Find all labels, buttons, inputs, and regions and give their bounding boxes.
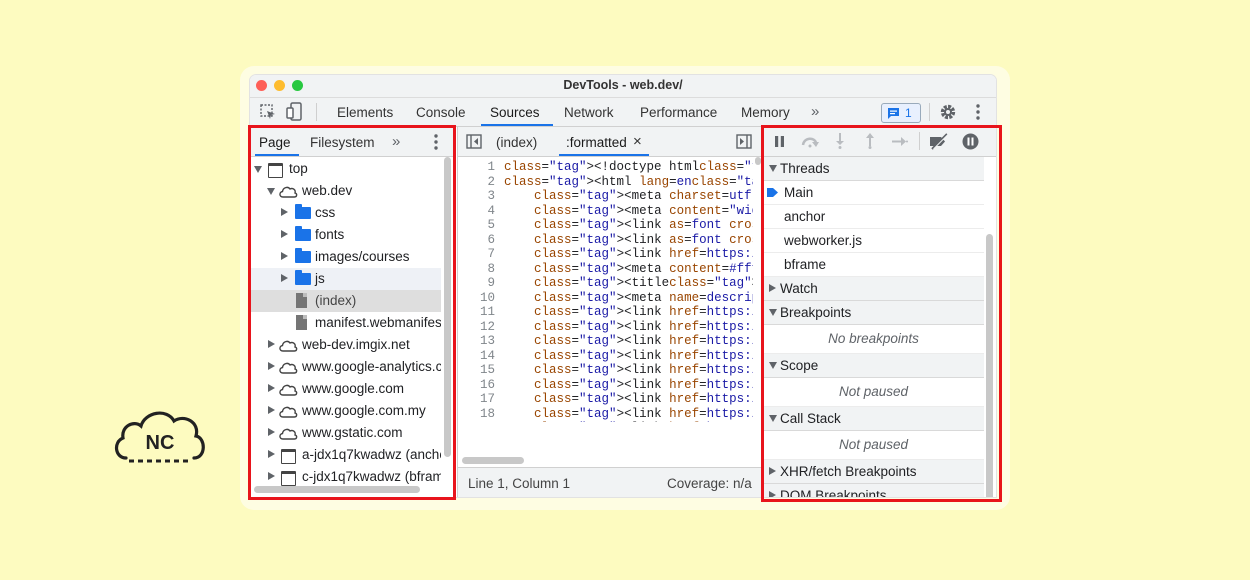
device-toolbar-icon[interactable] bbox=[286, 102, 302, 121]
line-number[interactable]: 8 bbox=[458, 262, 495, 276]
line-code: class="tag"><link as=font crossorigin=an… bbox=[534, 218, 753, 232]
line-number[interactable]: 4 bbox=[458, 204, 495, 218]
line-number[interactable]: 7 bbox=[458, 247, 495, 261]
code-line[interactable]: 17 class="tag"><link href=https://web.de… bbox=[458, 392, 753, 407]
toolbar-divider bbox=[316, 103, 317, 121]
tab-performance[interactable]: Performance bbox=[640, 105, 717, 120]
tab-elements[interactable]: Elements bbox=[337, 105, 393, 120]
code-line[interactable]: 8 class="tag"><meta content=#fff name=th… bbox=[458, 262, 753, 277]
toggle-debugger-icon[interactable] bbox=[736, 134, 752, 149]
tab-index-file[interactable]: (index) bbox=[496, 135, 537, 150]
tab-network[interactable]: Network bbox=[564, 105, 614, 120]
line-number[interactable]: 16 bbox=[458, 378, 495, 392]
code-line[interactable]: 12 class="tag"><link href=https://web.de… bbox=[458, 320, 753, 335]
tab-sources[interactable]: Sources bbox=[490, 105, 540, 120]
close-tab-button[interactable]: × bbox=[633, 133, 642, 150]
code-line[interactable]: 7 class="tag"><link href=https://web-dev… bbox=[458, 247, 753, 262]
line-code: class="tag"><meta content="width=device-… bbox=[534, 203, 753, 218]
cloud-logo-icon: NC bbox=[115, 411, 205, 463]
code-line[interactable]: 4 class="tag"><meta content="width=devic… bbox=[458, 204, 753, 219]
line-number[interactable]: 9 bbox=[458, 276, 495, 290]
active-tab-indicator bbox=[559, 154, 649, 156]
line-number[interactable]: 1 bbox=[458, 160, 495, 174]
line-code: class="tag"><link href=https://web.dev/i… bbox=[534, 319, 753, 334]
cursor-position: Line 1, Column 1 bbox=[468, 476, 571, 491]
toggle-navigator-icon[interactable] bbox=[466, 134, 482, 149]
code-line[interactable]: 16 class="tag"><link href=https://web.de… bbox=[458, 378, 753, 393]
nc-cloud-logo: NC bbox=[112, 404, 208, 468]
logo-text: NC bbox=[146, 432, 175, 454]
line-code: class="tag"><meta charset=utf-8class="ta… bbox=[534, 189, 753, 203]
line-code: class="tag"><link href=https://web.dev/i… bbox=[534, 392, 753, 406]
code-line[interactable]: 10 class="tag"><meta name=descriptioncla… bbox=[458, 291, 753, 306]
code-line[interactable]: 13 class="tag"><link href=https://web.de… bbox=[458, 334, 753, 349]
editor-panel: (index) :formatted × 1 class="tag"><!doct… bbox=[457, 127, 761, 497]
debugger-highlight-box bbox=[761, 125, 1002, 502]
line-number[interactable]: 5 bbox=[458, 218, 495, 232]
line-code: class="tag"><meta content=#fff name=them… bbox=[534, 261, 753, 276]
code-line[interactable]: 3 class="tag"><meta charset=utf-8class="… bbox=[458, 189, 753, 204]
gear-icon[interactable] bbox=[939, 103, 957, 121]
line-number[interactable]: 3 bbox=[458, 189, 495, 203]
code-line[interactable]: 19 class="tag"><link href=https://web.de… bbox=[458, 421, 753, 422]
editor-status-bar: Line 1, Column 1 Coverage: n/a bbox=[458, 467, 761, 497]
line-code: class="tag"><link href=https://web.dev/i… bbox=[534, 363, 753, 377]
active-tab-indicator bbox=[481, 124, 553, 126]
chat-bubble-icon bbox=[888, 108, 899, 119]
title-bar: DevTools - web.dev/ bbox=[250, 75, 996, 98]
issues-count: 1 bbox=[905, 106, 912, 120]
line-code: class="tag"><meta name=descriptionclass=… bbox=[534, 290, 753, 305]
line-number[interactable]: 14 bbox=[458, 349, 495, 363]
line-code: class="tag"><link href=https://web.dev /… bbox=[504, 421, 753, 422]
window-title: DevTools - web.dev/ bbox=[563, 78, 683, 92]
line-number[interactable]: 19 bbox=[458, 421, 495, 422]
line-number[interactable]: 6 bbox=[458, 233, 495, 247]
main-tab-bar: Elements Console Sources Network Perform… bbox=[250, 98, 996, 127]
line-code: class="tag"><html lang=enclass="tag">> bbox=[504, 174, 753, 189]
coverage-status[interactable]: Coverage: n/a bbox=[667, 476, 752, 491]
code-line[interactable]: 15 class="tag"><link href=https://web.de… bbox=[458, 363, 753, 378]
tab-console[interactable]: Console bbox=[416, 105, 466, 120]
code-line[interactable]: 5 class="tag"><link as=font crossorigin=… bbox=[458, 218, 753, 233]
line-number[interactable]: 2 bbox=[458, 175, 495, 189]
line-number[interactable]: 13 bbox=[458, 334, 495, 348]
code-editor[interactable]: 1 class="tag"><!doctype htmlclass="tag">>… bbox=[458, 160, 754, 422]
code-line[interactable]: 14 class="tag"><link href=https://web.de… bbox=[458, 349, 753, 364]
line-number[interactable]: 10 bbox=[458, 291, 495, 305]
code-line[interactable]: 18 class="tag"><link href=https://web.de… bbox=[458, 407, 753, 422]
line-number[interactable]: 17 bbox=[458, 392, 495, 406]
tab-memory[interactable]: Memory bbox=[741, 105, 790, 120]
code-line[interactable]: 1 class="tag"><!doctype htmlclass="tag">> bbox=[458, 160, 753, 175]
line-code: class="tag"><link href=https://web.dev /… bbox=[534, 305, 753, 319]
tab-formatted-file[interactable]: :formatted bbox=[566, 135, 627, 150]
line-code: class="tag"><link href=https://web.dev/i… bbox=[534, 348, 753, 363]
inspect-element-icon[interactable] bbox=[260, 104, 276, 120]
navigator-highlight-box bbox=[248, 125, 456, 500]
issues-button[interactable]: 1 bbox=[881, 103, 921, 123]
line-number[interactable]: 11 bbox=[458, 305, 495, 319]
line-number[interactable]: 15 bbox=[458, 363, 495, 377]
code-line[interactable]: 11 class="tag"><link href=https://web.de… bbox=[458, 305, 753, 320]
line-number[interactable]: 12 bbox=[458, 320, 495, 334]
line-code: class="tag"><link href=https://web.dev/i… bbox=[534, 406, 753, 421]
code-line[interactable]: 9 class="tag"><titleclass="tag">>web.dev… bbox=[458, 276, 753, 291]
line-code: class="tag"><link href=https://web.dev/i… bbox=[534, 377, 753, 392]
line-code: class="tag"><link href=https://web-dev.i… bbox=[534, 247, 753, 261]
more-tabs-button[interactable]: » bbox=[811, 103, 819, 120]
code-line[interactable]: 6 class="tag"><link as=font crossorigin=… bbox=[458, 233, 753, 248]
editor-tab-bar: (index) :formatted × bbox=[458, 127, 761, 157]
line-code: class="tag"><!doctype htmlclass="tag">> bbox=[504, 160, 753, 174]
kebab-menu-icon[interactable] bbox=[976, 104, 980, 120]
toolbar-divider bbox=[929, 103, 930, 121]
line-code: class="tag"><link as=font crossorigin=an… bbox=[534, 232, 753, 247]
line-code: class="tag"><link href=https://web.dev/i… bbox=[534, 334, 753, 348]
line-code: class="tag"><titleclass="tag">>web.devcl… bbox=[534, 276, 753, 290]
editor-horizontal-scrollbar[interactable] bbox=[462, 457, 524, 464]
line-number[interactable]: 18 bbox=[458, 407, 495, 421]
code-line[interactable]: 2 class="tag"><html lang=enclass="tag">> bbox=[458, 175, 753, 190]
